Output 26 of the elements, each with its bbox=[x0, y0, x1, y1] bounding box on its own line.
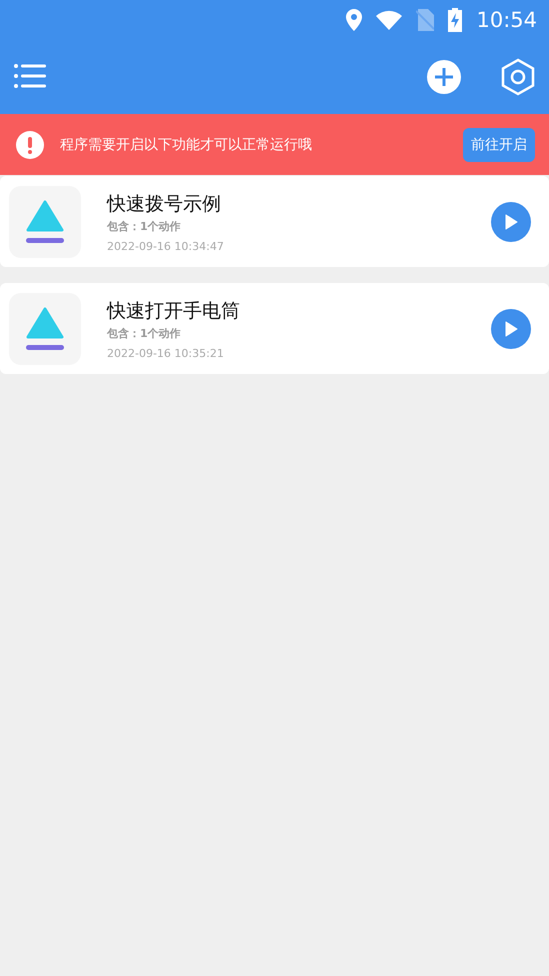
task-card[interactable]: 快速打开手电筒 包含：1个动作 2022-09-16 10:35:21 bbox=[0, 283, 549, 374]
play-icon bbox=[504, 320, 518, 336]
wifi-icon bbox=[376, 10, 402, 30]
location-icon bbox=[346, 9, 362, 31]
task-date: 2022-09-16 10:35:21 bbox=[107, 346, 225, 360]
settings-button[interactable] bbox=[501, 58, 535, 96]
triangle-icon bbox=[26, 306, 64, 350]
task-title: 快速打开手电筒 bbox=[107, 298, 241, 324]
plus-icon bbox=[427, 60, 461, 94]
play-button[interactable] bbox=[491, 202, 531, 242]
task-card[interactable]: 快速拨号示例 包含：1个动作 2022-09-16 10:34:47 bbox=[0, 176, 549, 267]
task-date: 2022-09-16 10:34:47 bbox=[107, 240, 225, 252]
no-sim-icon bbox=[416, 9, 434, 31]
permission-message: 程序需要开启以下功能才可以正常运行哦 bbox=[60, 136, 313, 154]
task-summary: 包含：1个动作 bbox=[107, 326, 182, 340]
menu-icon[interactable] bbox=[14, 64, 46, 90]
play-button[interactable] bbox=[491, 308, 531, 348]
clock-time: 10:54 bbox=[476, 8, 537, 32]
task-summary: 包含：1个动作 bbox=[107, 218, 182, 234]
battery-charging-icon bbox=[448, 8, 462, 32]
add-button[interactable] bbox=[427, 60, 461, 94]
task-title: 快速拨号示例 bbox=[107, 192, 222, 216]
triangle-icon bbox=[26, 200, 64, 244]
play-icon bbox=[504, 214, 518, 230]
settings-icon bbox=[501, 58, 535, 96]
alert-icon bbox=[16, 130, 44, 158]
